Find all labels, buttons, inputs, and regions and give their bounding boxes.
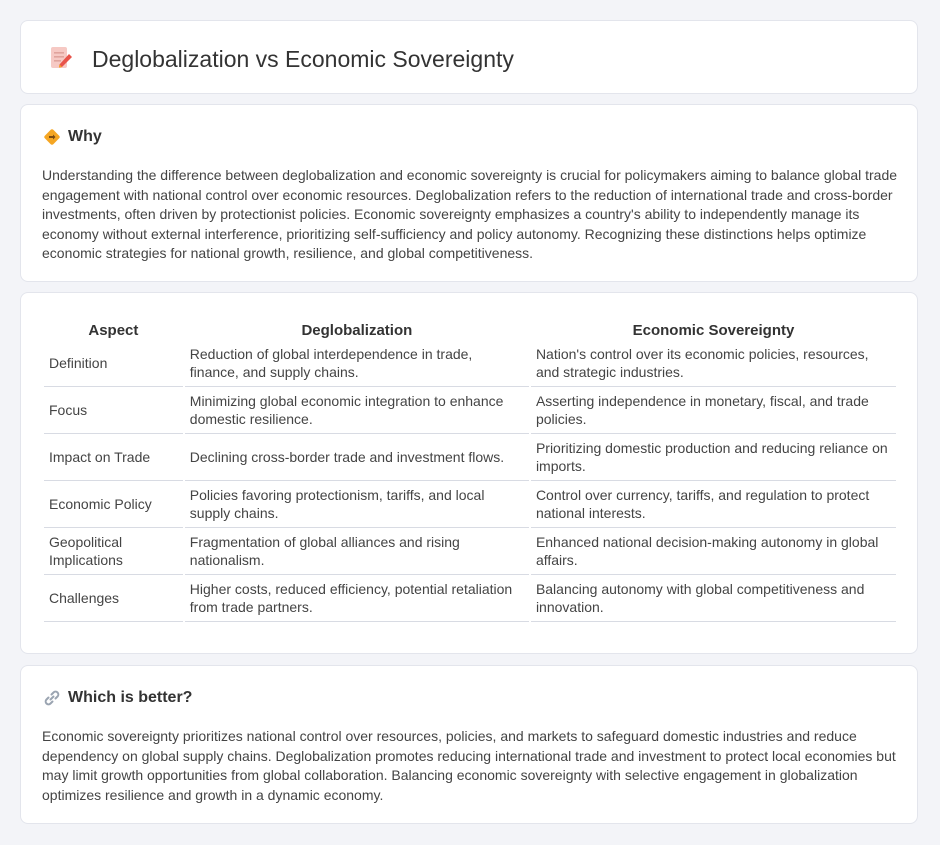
comparison-table: Aspect Deglobalization Economic Sovereig… <box>42 317 898 624</box>
table-header-row: Aspect Deglobalization Economic Sovereig… <box>44 319 896 340</box>
aspect-cell: Impact on Trade <box>44 436 183 481</box>
deglobalization-cell: Fragmentation of global alliances and ri… <box>184 530 529 575</box>
better-title: Which is better? <box>68 689 193 706</box>
sovereignty-cell: Balancing autonomy with global competiti… <box>530 577 896 622</box>
sovereignty-cell: Prioritizing domestic production and red… <box>530 436 896 481</box>
deglobalization-cell: Policies favoring protectionism, tariffs… <box>184 483 529 528</box>
aspect-cell: Geopolitical Implications <box>44 530 183 575</box>
aspect-cell: Challenges <box>44 577 183 622</box>
header-card: Deglobalization vs Economic Sovereignty <box>20 20 918 94</box>
sovereignty-cell: Enhanced national decision-making autono… <box>530 530 896 575</box>
comparison-section: Aspect Deglobalization Economic Sovereig… <box>20 292 918 654</box>
deglobalization-cell: Declining cross-border trade and investm… <box>184 436 529 481</box>
page-title: Deglobalization vs Economic Sovereignty <box>92 46 514 72</box>
table-row: Impact on Trade Declining cross-border t… <box>44 436 896 481</box>
document-pen-icon <box>51 47 72 68</box>
diamond-signpost-icon <box>44 129 60 145</box>
table-row: Definition Reduction of global interdepe… <box>44 342 896 387</box>
deglobalization-cell: Reduction of global interdependence in t… <box>184 342 529 387</box>
deglobalization-cell: Minimizing global economic integration t… <box>184 389 529 434</box>
aspect-cell: Economic Policy <box>44 483 183 528</box>
which-is-better-section: Which is better? Economic sovereignty pr… <box>20 665 918 824</box>
deglobalization-cell: Higher costs, reduced efficiency, potent… <box>184 577 529 622</box>
table-row: Geopolitical Implications Fragmentation … <box>44 530 896 575</box>
better-heading: Which is better? <box>43 688 192 708</box>
header-deglobalization: Deglobalization <box>301 321 413 339</box>
header-aspect: Aspect <box>88 321 139 339</box>
why-section: Why Understanding the difference between… <box>20 104 918 282</box>
why-heading: Why <box>43 127 102 147</box>
sovereignty-cell: Control over currency, tariffs, and regu… <box>530 483 896 528</box>
link-icon <box>44 690 60 706</box>
header-economic-sovereignty: Economic Sovereignty <box>632 321 795 339</box>
sovereignty-cell: Nation's control over its economic polic… <box>530 342 896 387</box>
table-row: Focus Minimizing global economic integra… <box>44 389 896 434</box>
table-row: Challenges Higher costs, reduced efficie… <box>44 577 896 622</box>
aspect-cell: Definition <box>44 342 183 387</box>
table-row: Economic Policy Policies favoring protec… <box>44 483 896 528</box>
sovereignty-cell: Asserting independence in monetary, fisc… <box>530 389 896 434</box>
better-text: Economic sovereignty prioritizes nationa… <box>42 728 896 803</box>
aspect-cell: Focus <box>44 389 183 434</box>
why-text: Understanding the difference between deg… <box>42 167 898 262</box>
why-title: Why <box>68 128 102 145</box>
